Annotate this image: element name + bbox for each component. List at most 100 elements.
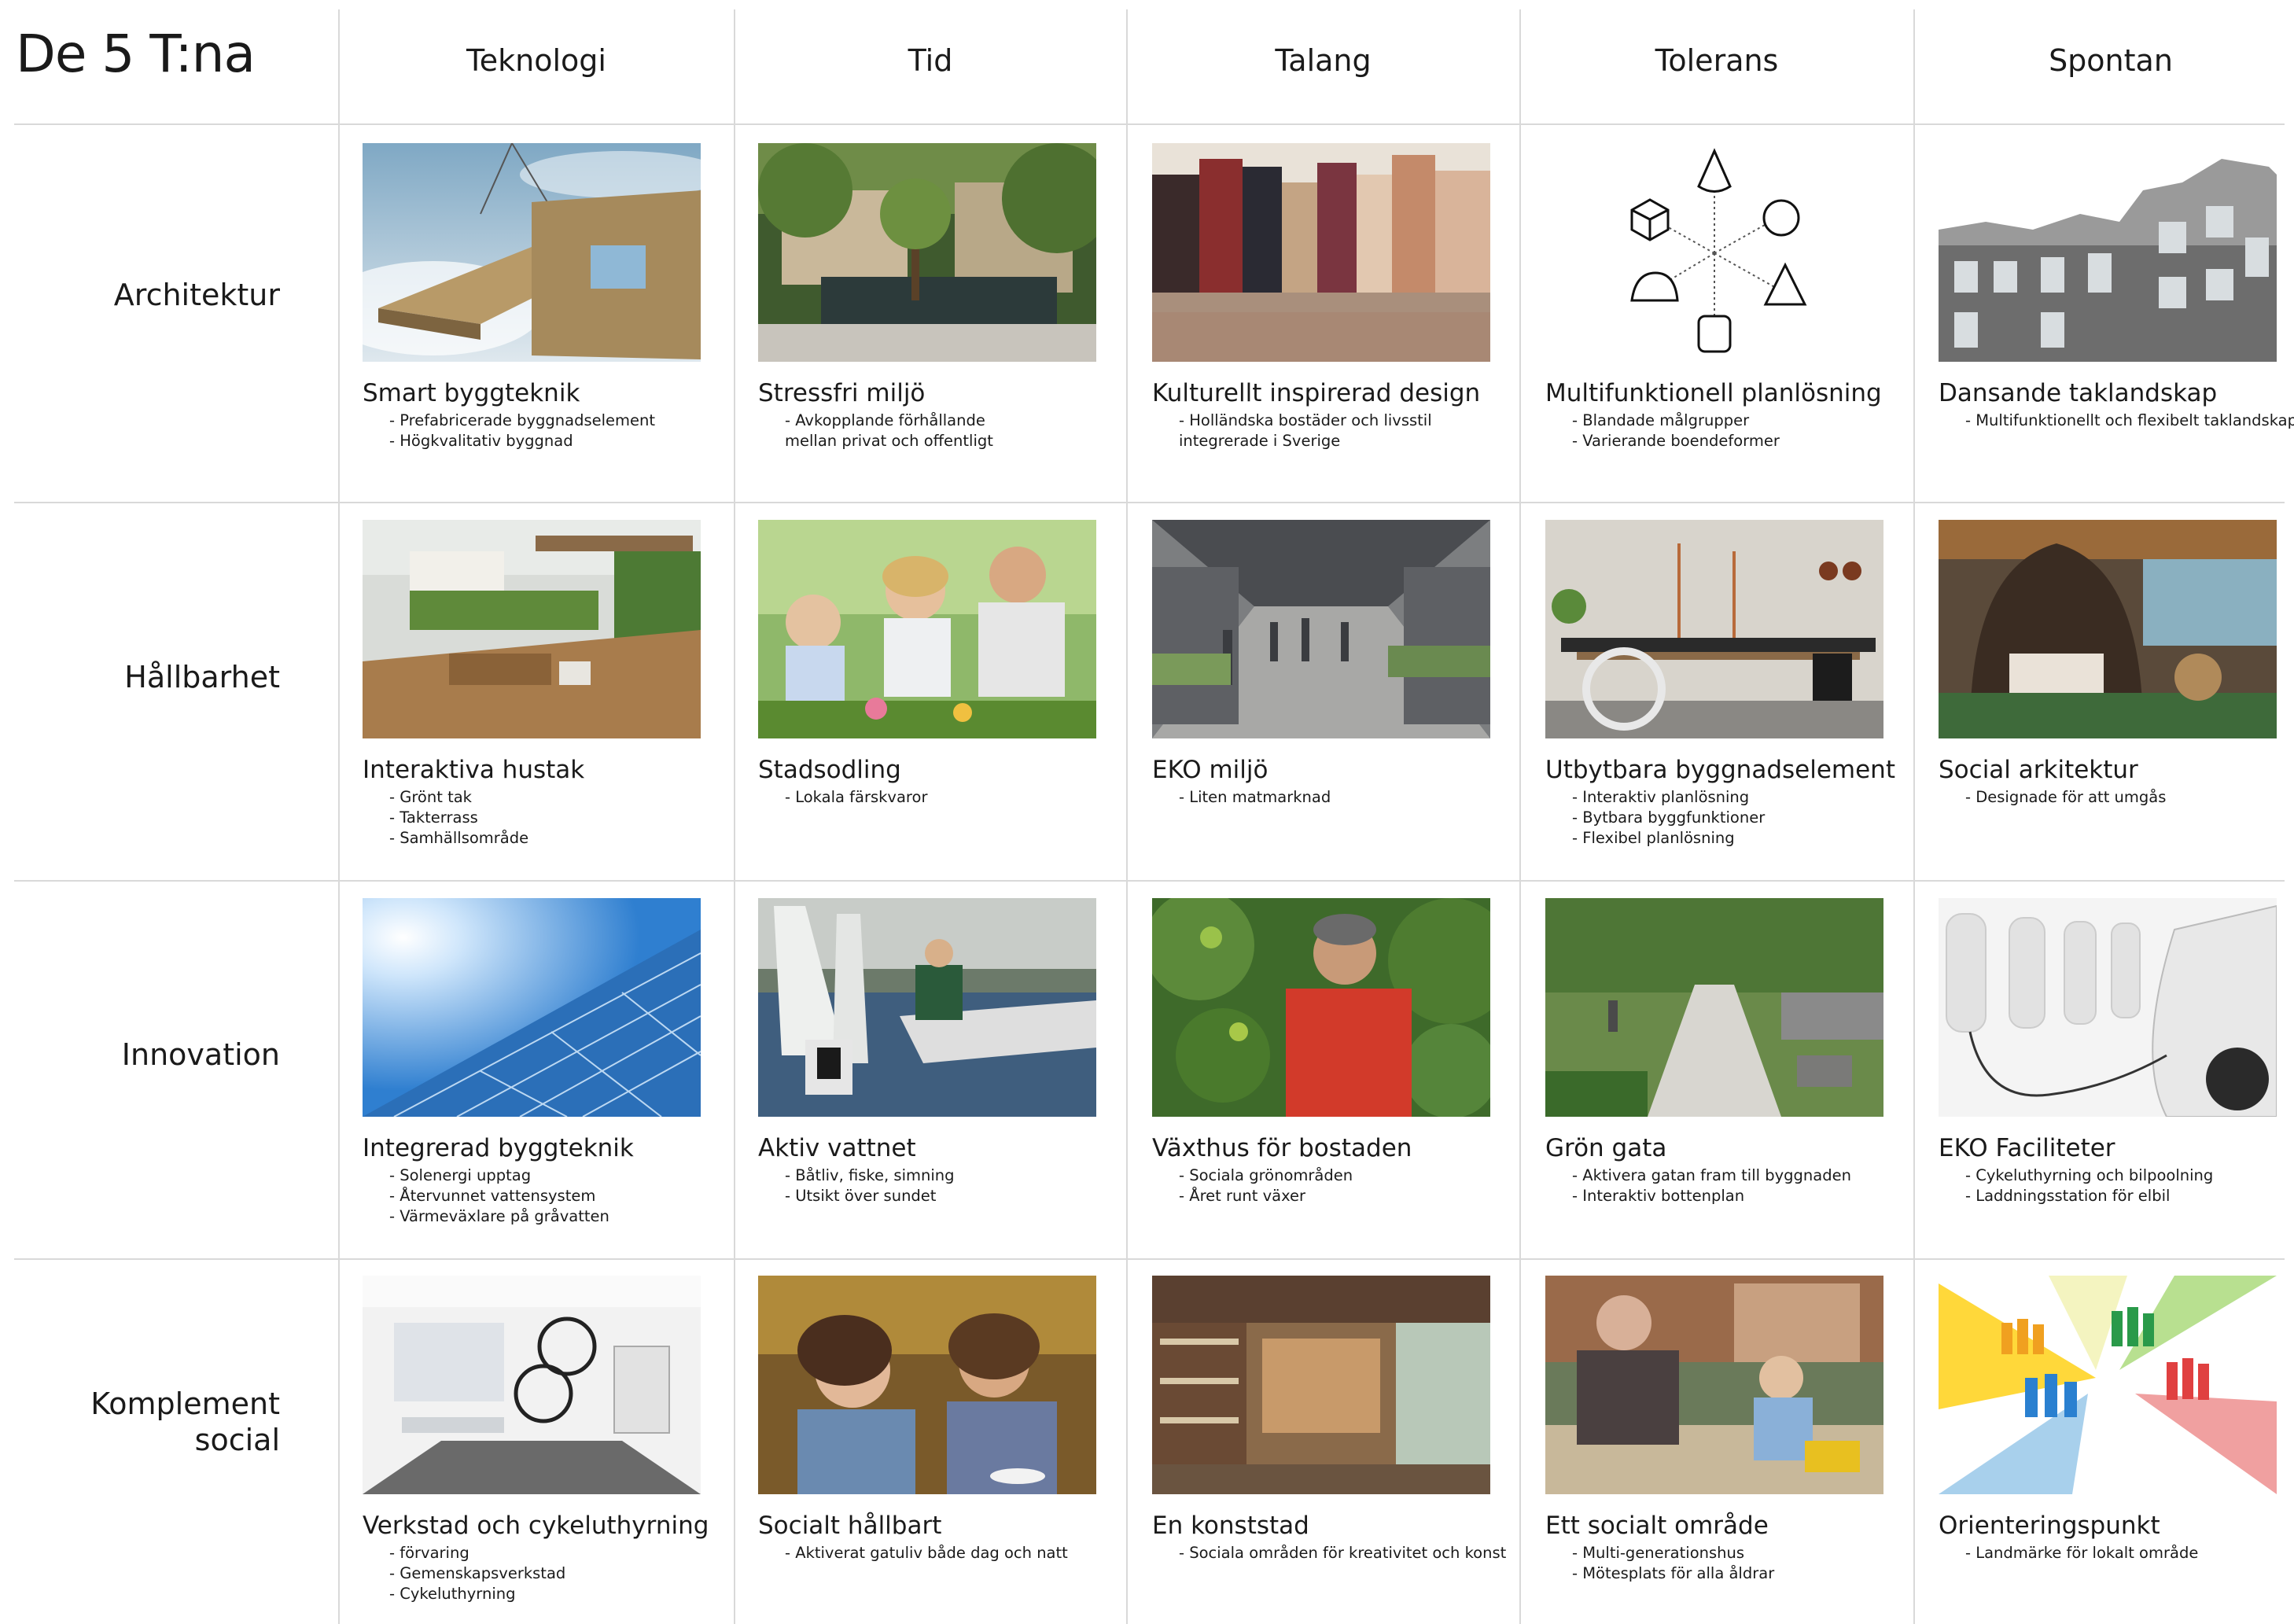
cell-bullets: - Avkopplande förhållande mellan privat … (785, 411, 1096, 451)
cell-title: Interaktiva hustak (363, 756, 585, 784)
solar-panels-image (363, 898, 701, 1117)
cell-bullets: - Cykeluthyrning och bilpoolning - Laddn… (1965, 1166, 2277, 1206)
cell-orienteringspunkt: Orienteringspunkt - Landmärke för lokalt… (1939, 1276, 2277, 1563)
bullet-item: - Grönt tak (389, 788, 472, 806)
bullet-item: - Bytbara byggfunktioner (1572, 808, 1766, 827)
cell-gron-gata: Grön gata - Aktivera gatan fram till byg… (1545, 898, 1883, 1206)
green-street-image (1545, 898, 1883, 1117)
bullet-item: - Takterrass (389, 808, 478, 827)
bullet-item: - Cykeluthyrning (389, 1585, 516, 1603)
bullet-item: - Sociala grönområden (1179, 1166, 1353, 1184)
cell-bullets: - Blandade målgrupper - Varierande boend… (1572, 411, 1883, 451)
column-divider (1913, 9, 1915, 1624)
cell-title: Utbytbara byggnadselement (1545, 756, 1895, 784)
building-facade-image (1939, 143, 2277, 362)
column-divider (338, 9, 340, 1624)
bullet-item: - Varierande boendeformer (1572, 432, 1780, 450)
cell-interaktiva-hustak: Interaktiva hustak - Grönt tak - Takterr… (363, 520, 701, 849)
sailing-boats-image (758, 898, 1096, 1117)
bullet-item: - Solenergi upptag (389, 1166, 532, 1184)
bullet-item: - Liten matmarknad (1179, 788, 1331, 806)
market-hall-image (1152, 520, 1490, 738)
cell-dansande-taklandskap: Dansande taklandskap - Multifunktionellt… (1939, 143, 2294, 431)
ev-charging-image (1939, 898, 2277, 1117)
prefab-wall-crane-image (363, 143, 701, 362)
bullet-item: - förvaring (389, 1544, 469, 1562)
bullet-item: - Flexibel planlösning (1572, 829, 1735, 847)
cell-title: Socialt hållbart (758, 1512, 942, 1540)
courtyard-garden-image (758, 143, 1096, 362)
cell-aktiv-vattnet: Aktiv vattnet - Båtliv, fiske, simning -… (758, 898, 1096, 1206)
cell-bullets: - Grönt tak - Takterrass - Samhällsområd… (389, 787, 701, 849)
cell-multifunktionell-planlosning: Multifunktionell planlösning - Blandade … (1545, 143, 1883, 451)
cell-kulturellt-inspirerad-design: Kulturellt inspirerad design - Holländsk… (1152, 143, 1490, 451)
bullet-item: - Samhällsområde (389, 829, 529, 847)
cell-bullets: - Sociala områden för kreativitet och ko… (1179, 1543, 1507, 1563)
bullet-item: - Aktiverat gatuliv både dag och natt (785, 1544, 1068, 1562)
cell-socialt-hallbart: Socialt hållbart - Aktiverat gatuliv båd… (758, 1276, 1096, 1563)
column-header-teknologi: Teknologi (466, 43, 606, 78)
dutch-canal-houses-image (1152, 143, 1490, 362)
bullet-item: - Laddningsstation för elbil (1965, 1187, 2171, 1205)
row-divider (14, 1258, 2285, 1260)
cell-bullets: - Holländska bostäder och livsstil integ… (1179, 411, 1490, 451)
bullet-item: - Högkvalitativ byggnad (389, 432, 573, 450)
cell-bullets: - Multifunktionellt och flexibelt taklan… (1965, 411, 2294, 431)
cafe-friends-image (758, 1276, 1096, 1494)
cell-bullets: - Sociala grönområden - Året runt växer (1179, 1166, 1490, 1206)
cell-bullets: - Prefabricerade byggnadselement - Högkv… (389, 411, 701, 451)
bullet-item: - Båtliv, fiske, simning (785, 1166, 955, 1184)
cell-bullets: - Aktiverat gatuliv både dag och natt (785, 1543, 1096, 1563)
bike-workshop-image (363, 1276, 701, 1494)
row-header-komplement-social: Komplement social (31, 1386, 280, 1458)
bullet-item: - Året runt växer (1179, 1187, 1306, 1205)
bullet-item: - Aktivera gatan fram till byggnaden (1572, 1166, 1851, 1184)
greenhouse-gardener-image (1152, 898, 1490, 1117)
cell-utbytbara-byggnadselement: Utbytbara byggnadselement - Interaktiv p… (1545, 520, 1895, 849)
column-header-spontan: Spontan (2049, 43, 2173, 78)
bullet-item: - Blandade målgrupper (1572, 411, 1750, 429)
people-arrows-graphic (1939, 1276, 2277, 1494)
cell-bullets: - Aktivera gatan fram till byggnaden - I… (1572, 1166, 1883, 1206)
cell-bullets: - Designade för att umgås (1965, 787, 2277, 808)
cell-title: Smart byggteknik (363, 379, 580, 407)
bullet-item: - Sociala områden för kreativitet och ko… (1179, 1544, 1507, 1562)
cell-ett-socialt-omrade: Ett socialt område - Multi-generationshu… (1545, 1276, 1883, 1584)
cell-vaxthus-for-bostaden: Växthus för bostaden - Sociala grönområd… (1152, 898, 1490, 1206)
cell-bullets: - Liten matmarknad (1179, 787, 1490, 808)
cell-title: Integrerad byggteknik (363, 1134, 634, 1162)
bullet-item: - Utsikt över sundet (785, 1187, 937, 1205)
grandparent-child-sandbox-image (1545, 1276, 1883, 1494)
column-header-tolerans: Tolerans (1655, 43, 1779, 78)
bullet-item: - Lokala färskvaror (785, 788, 928, 806)
column-header-tid: Tid (908, 43, 953, 78)
cell-eko-miljo: EKO miljö - Liten matmarknad (1152, 520, 1490, 808)
page-title: De 5 T:na (16, 24, 256, 84)
cell-title: Ett socialt område (1545, 1512, 1769, 1540)
column-divider (1519, 9, 1521, 1624)
bullet-item: - Designade för att umgås (1965, 788, 2167, 806)
cell-title: Grön gata (1545, 1134, 1667, 1162)
lounge-interior-image (1939, 520, 2277, 738)
row-divider (14, 123, 2285, 125)
family-gardening-image (758, 520, 1096, 738)
cell-title: EKO Faciliteter (1939, 1134, 2115, 1162)
cell-en-konststad: En konststad - Sociala områden för kreat… (1152, 1276, 1507, 1563)
cell-title: En konststad (1152, 1512, 1309, 1540)
roof-terrace-image (363, 520, 701, 738)
cell-bullets: - Båtliv, fiske, simning - Utsikt över s… (785, 1166, 1096, 1206)
row-header-architektur: Architektur (113, 278, 280, 312)
bullet-item: - Mötesplats för alla åldrar (1572, 1564, 1775, 1582)
cell-title: Verkstad och cykeluthyrning (363, 1512, 709, 1540)
bullet-item: - Prefabricerade byggnadselement (389, 411, 656, 429)
bullet-item: - Avkopplande förhållande (785, 411, 985, 429)
geometric-shapes-diagram (1545, 143, 1883, 362)
bullet-item: integrerade i Sverige (1179, 432, 1341, 450)
cell-stadsodling: Stadsodling - Lokala färskvaror (758, 520, 1096, 808)
cell-stressfri-miljo: Stressfri miljö - Avkopplande förhålland… (758, 143, 1096, 451)
bullet-item: - Värmeväxlare på gråvatten (389, 1207, 609, 1225)
cell-title: Dansande taklandskap (1939, 379, 2218, 407)
column-divider (734, 9, 735, 1624)
cell-bullets: - Landmärke för lokalt område (1965, 1543, 2277, 1563)
bullet-item: - Multi-generationshus (1572, 1544, 1745, 1562)
